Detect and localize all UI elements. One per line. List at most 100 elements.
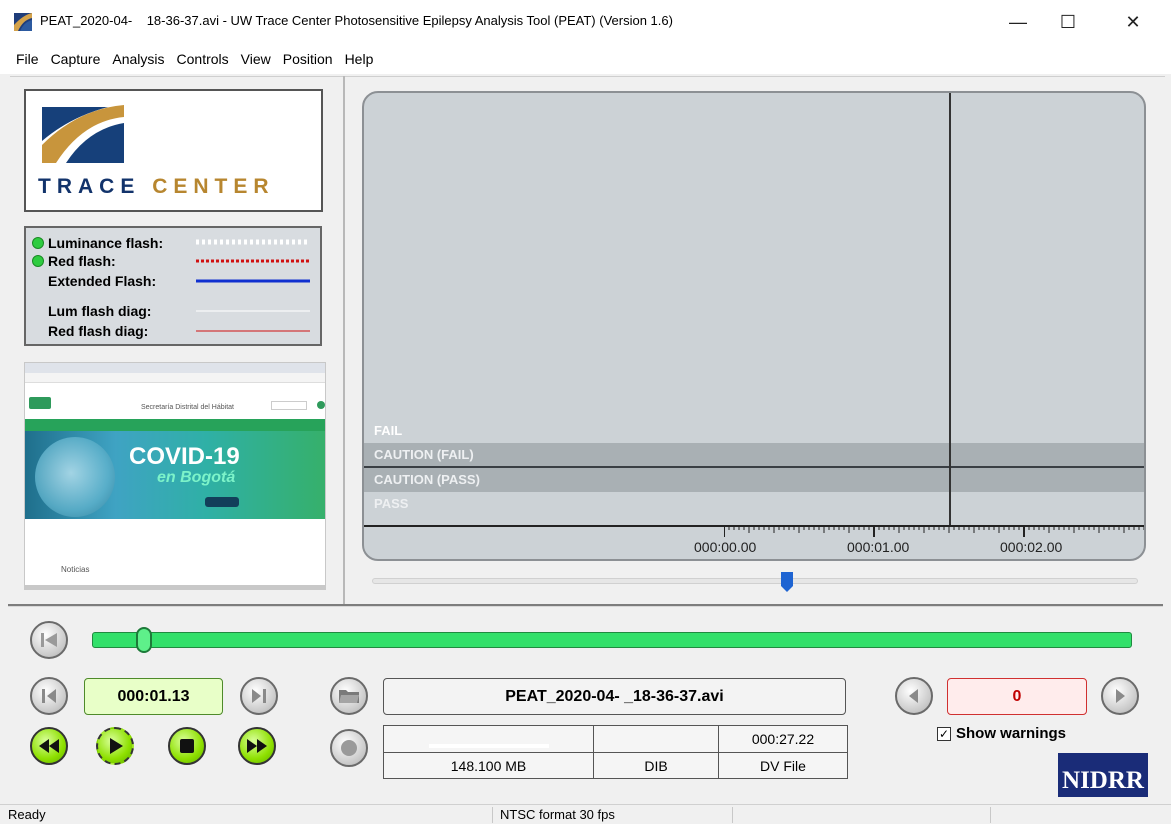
tick-label: 000:01.00 [847,539,910,555]
site-navbar [25,419,325,431]
fast-rewind-button[interactable] [30,727,68,765]
step-back-icon [42,689,56,703]
legend-line-luminance [196,239,310,245]
minimize-button[interactable]: — [995,0,1041,44]
legend-line-red [196,259,310,263]
frame-preview: Secretaría Distrital del Hábitat COVID-1… [24,362,326,590]
record-icon [341,740,357,756]
stop-button[interactable] [168,727,206,765]
band-caution-pass: CAUTION (PASS) [364,468,1144,492]
playhead-line [949,93,951,527]
playback-progress-handle[interactable] [136,627,152,653]
arrow-left-icon [909,689,918,703]
previous-warning-button[interactable] [895,677,933,715]
tick-label: 000:02.00 [1000,539,1063,555]
status-bar: Ready NTSC format 30 fps [0,804,1171,824]
info-cell-empty [384,726,594,753]
status-dot-icon [32,237,44,249]
menu-bar: File Capture Analysis Controls View Posi… [0,44,1171,74]
file-type: DV File [760,757,806,774]
menu-analysis[interactable]: Analysis [106,51,170,67]
search-icon [317,401,325,409]
legend-line-red-diag [196,330,310,332]
site-search-box [271,401,307,410]
menu-controls[interactable]: Controls [171,51,235,67]
arrow-right-icon [1116,689,1125,703]
nidrr-logo: NIDRR [1058,753,1148,797]
banner-image [35,437,115,517]
band-caution-fail: CAUTION (FAIL) [364,443,1144,467]
banner-subtitle: en Bogotá [157,469,236,486]
next-frame-button[interactable] [240,677,278,715]
banner-button [205,497,239,507]
maximize-button[interactable]: ☐ [1045,0,1091,44]
panel-splitter[interactable] [8,604,1163,607]
fast-rewind-icon [39,739,59,753]
site-logo [29,397,51,409]
legend-luminance-flash: Luminance flash: [32,234,163,252]
legend-red-diag: Red flash diag: [48,323,149,339]
video-format-status: NTSC format 30 fps [500,807,615,822]
menu-help[interactable]: Help [339,51,380,67]
status-dot-icon [32,255,44,267]
file-name-display: PEAT_2020-04- _18-36-37.avi [383,678,846,715]
info-cell-empty [594,726,719,753]
covid-banner: COVID-19 en Bogotá [25,431,325,519]
rewind-start-button[interactable] [30,621,68,659]
banner-title: COVID-19 [129,443,240,470]
file-size: 148.100 MB [384,753,594,778]
close-button[interactable]: ✕ [1110,0,1156,44]
previous-frame-button[interactable] [30,677,68,715]
folder-icon [339,690,359,703]
skip-start-icon [41,633,57,647]
flash-graph: FAIL CAUTION (FAIL) CAUTION (PASS) PASS … [362,91,1146,561]
show-warnings-checkbox[interactable]: ✓ Show warnings [937,725,1066,742]
menu-file[interactable]: File [10,51,45,67]
play-button[interactable] [96,727,134,765]
news-heading: Noticias [61,565,90,574]
trace-logo-mark [38,103,128,167]
logo-word-trace: TRACE [38,175,141,198]
file-info-grid: 000:27.22 148.100 MB DIB DV File [383,725,848,779]
legend-lum-diag: Lum flash diag: [48,303,152,319]
menu-capture[interactable]: Capture [45,51,107,67]
site-title: Secretaría Distrital del Hábitat [141,404,234,411]
file-format: DIB [594,753,719,778]
checkbox-icon[interactable]: ✓ [937,726,951,741]
menu-position[interactable]: Position [277,51,339,67]
browser-tabbar [25,363,325,373]
band-pass: PASS [374,496,409,511]
next-warning-button[interactable] [1101,677,1139,715]
tick-label: 000:00.00 [694,539,757,555]
step-forward-icon [252,689,266,703]
trace-center-logo: TRACE CENTER [24,89,323,212]
logo-word-center: CENTER [152,175,275,198]
preview-scrollbar [25,585,325,589]
time-axis-ticks [724,527,1144,537]
legend-red-flash: Red flash: [32,252,116,270]
legend-extended-flash: Extended Flash: [48,273,157,289]
record-button[interactable] [330,729,368,767]
graph-legend: Luminance flash: Red flash: Extended Fla… [24,226,322,346]
current-time-display: 000:01.13 [84,678,223,715]
graph-scroll-track[interactable] [372,578,1138,584]
browser-addressbar [25,373,325,383]
app-icon [14,13,32,31]
legend-line-extended [196,279,310,283]
fast-forward-button[interactable] [238,727,276,765]
band-fail: FAIL [374,423,403,438]
warning-count-display: 0 [947,678,1087,715]
panel-divider [343,76,345,606]
stop-icon [180,739,194,753]
show-warnings-label: Show warnings [956,725,1067,742]
menu-view[interactable]: View [235,51,277,67]
playback-progress-bar[interactable] [92,632,1132,648]
window-title: PEAT_2020-04- 18-36-37.avi - UW Trace Ce… [40,13,673,28]
title-bar: PEAT_2020-04- 18-36-37.avi - UW Trace Ce… [0,0,1171,44]
file-duration: 000:27.22 [719,726,847,753]
fast-forward-icon [247,739,267,753]
open-file-button[interactable] [330,677,368,715]
play-icon [110,738,123,754]
legend-line-lum-diag [196,310,310,312]
status-text: Ready [8,807,46,822]
